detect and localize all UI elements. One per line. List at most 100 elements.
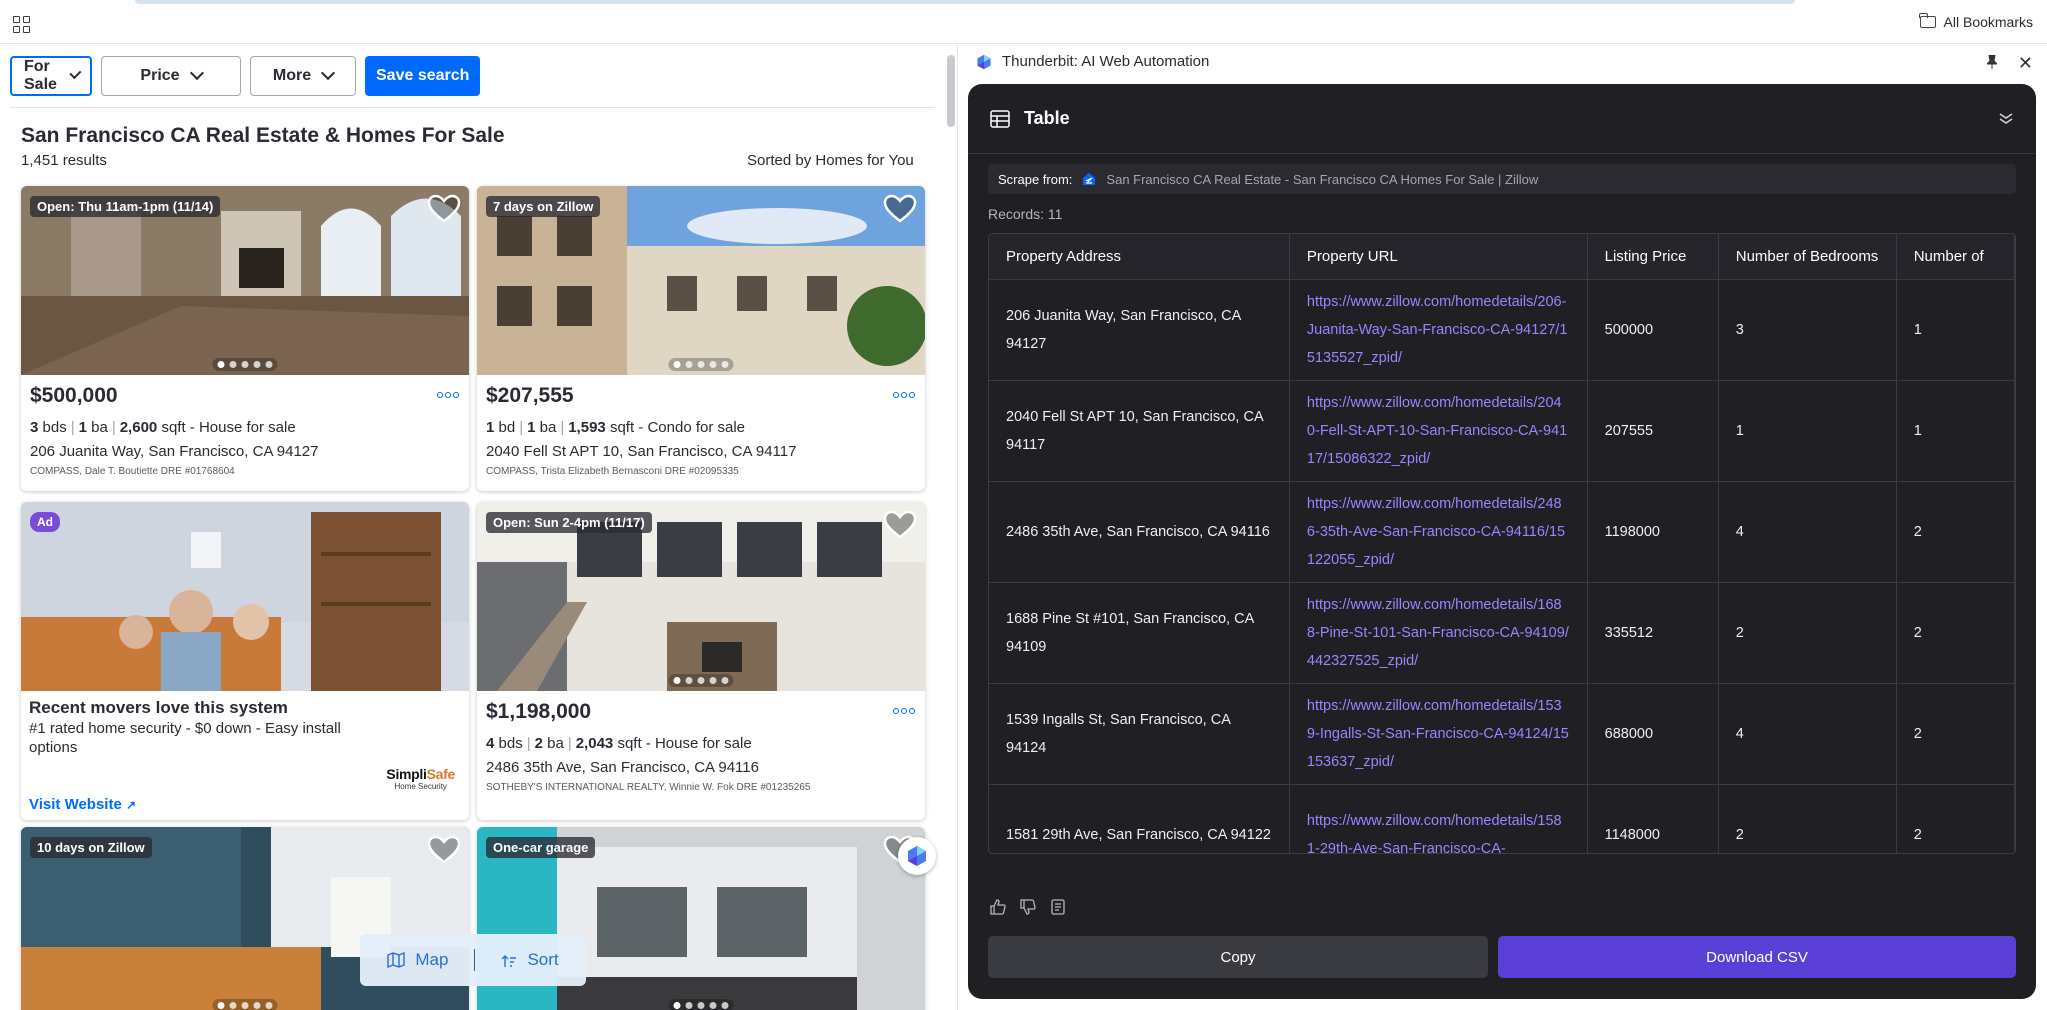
photo-carousel-dots[interactable] <box>668 674 734 687</box>
bathrooms-cell[interactable]: 2 <box>1896 784 2015 853</box>
photo-carousel-dots[interactable] <box>668 999 734 1010</box>
open-house-badge: Open: Sun 2-4pm (11/17) <box>486 512 652 533</box>
heart-icon[interactable] <box>427 194 461 224</box>
more-options-icon[interactable] <box>437 392 459 398</box>
column-header[interactable]: Number of Bedrooms <box>1718 234 1897 280</box>
column-header[interactable]: Property Address <box>989 234 1290 280</box>
close-icon[interactable]: ✕ <box>2018 53 2033 74</box>
more-filter[interactable]: More <box>250 56 356 96</box>
scrollbar-thumb[interactable] <box>947 55 955 127</box>
address-cell[interactable]: 2486 35th Ave, San Francisco, CA 94116 <box>989 481 1290 583</box>
column-header[interactable]: Property URL <box>1289 234 1588 280</box>
bathrooms-cell[interactable]: 1 <box>1896 279 2015 381</box>
address-cell[interactable]: 1688 Pine St #101, San Francisco, CA 941… <box>989 582 1290 684</box>
thumbs-down-icon[interactable] <box>1020 899 1036 915</box>
listing-card[interactable]: Open: Sun 2-4pm (11/17) $1,198,000 4 bds… <box>477 502 925 820</box>
more-options-icon[interactable] <box>893 392 915 398</box>
ad-photo[interactable] <box>21 502 469 691</box>
copy-button[interactable]: Copy <box>988 936 1488 978</box>
url-cell[interactable]: https://www.zillow.com/homedetails/1581-… <box>1289 784 1588 853</box>
open-house-badge: Open: Thu 11am-1pm (11/14) <box>30 196 221 217</box>
url-cell[interactable]: https://www.zillow.com/homedetails/2486-… <box>1289 481 1588 583</box>
notes-icon[interactable] <box>1050 899 1066 915</box>
visit-website-link[interactable]: Visit Website ↗ <box>29 796 136 813</box>
all-bookmarks-button[interactable]: All Bookmarks <box>1919 13 2033 30</box>
thunderbit-title: Thunderbit: AI Web Automation <box>1002 53 1210 70</box>
url-cell[interactable]: https://www.zillow.com/homedetails/206-J… <box>1289 279 1588 381</box>
map-button[interactable]: Map <box>387 950 448 970</box>
table-panel-title: Table <box>1024 108 1070 128</box>
heart-icon[interactable] <box>427 835 461 865</box>
price-cell[interactable]: 1148000 <box>1587 784 1719 853</box>
scrape-from-label: Scrape from: <box>998 171 1073 187</box>
download-csv-button[interactable]: Download CSV <box>1498 936 2016 978</box>
price-cell[interactable]: 500000 <box>1587 279 1719 381</box>
listing-card[interactable]: 7 days on Zillow $207,555 1 bd | 1 ba | 1,59… <box>477 186 925 491</box>
bathrooms-cell[interactable]: 2 <box>1896 683 2015 785</box>
bedrooms-cell[interactable]: 1 <box>1718 380 1897 482</box>
listing-address[interactable]: 206 Juanita Way, San Francisco, CA 94127 <box>30 443 319 460</box>
heart-icon[interactable] <box>883 194 917 224</box>
thunderbit-floating-button[interactable] <box>898 837 936 875</box>
price-cell[interactable]: 1198000 <box>1587 481 1719 583</box>
table-row: 2486 35th Ave, San Francisco, CA 94116 h… <box>989 481 2015 583</box>
records-count: Records: 11 <box>988 206 1063 222</box>
address-cell[interactable]: 1581 29th Ave, San Francisco, CA 94122 <box>989 784 1290 853</box>
address-cell[interactable]: 206 Juanita Way, San Francisco, CA 94127 <box>989 279 1290 381</box>
bathrooms-cell[interactable]: 1 <box>1896 380 2015 482</box>
sort-label[interactable]: Sorted by Homes for You <box>747 152 914 169</box>
bathrooms-cell[interactable]: 2 <box>1896 481 2015 583</box>
url-cell[interactable]: https://www.zillow.com/homedetails/2040-… <box>1289 380 1588 482</box>
table-row: 206 Juanita Way, San Francisco, CA 94127… <box>989 279 2015 381</box>
chevron-down-icon <box>189 65 204 81</box>
listing-address[interactable]: 2486 35th Ave, San Francisco, CA 94116 <box>486 759 759 776</box>
price-filter[interactable]: Price <box>101 56 241 96</box>
column-header[interactable]: Listing Price <box>1587 234 1719 280</box>
scrape-source-title[interactable]: San Francisco CA Real Estate - San Franc… <box>1106 172 1538 187</box>
url-cell[interactable]: https://www.zillow.com/homedetails/1539-… <box>1289 683 1588 785</box>
listing-price: $1,198,000 <box>486 700 592 723</box>
collapse-chevrons-icon[interactable] <box>1998 110 2014 126</box>
address-cell[interactable]: 2040 Fell St APT 10, San Francisco, CA 9… <box>989 380 1290 482</box>
ad-card[interactable]: Ad Recent movers love this system #1 rat… <box>21 502 469 820</box>
bedrooms-cell[interactable]: 2 <box>1718 582 1897 684</box>
listing-price: $500,000 <box>30 384 118 407</box>
photo-carousel-dots[interactable] <box>212 358 278 371</box>
days-on-zillow-badge: 10 days on Zillow <box>30 837 152 858</box>
chevron-down-icon <box>321 65 336 81</box>
thumbs-up-icon[interactable] <box>990 899 1006 915</box>
save-search-button[interactable]: Save search <box>365 56 481 96</box>
listing-card[interactable]: Open: Thu 11am-1pm (11/14) $500,000 3 bd… <box>21 186 469 491</box>
page-top-strip <box>135 0 1795 4</box>
thunderbit-logo-icon <box>977 54 991 69</box>
heart-icon[interactable] <box>883 510 917 540</box>
zillow-logo-icon <box>1083 173 1096 185</box>
for-sale-label: For Sale <box>24 58 57 93</box>
bedrooms-cell[interactable]: 4 <box>1718 481 1897 583</box>
pin-icon[interactable] <box>1987 55 1997 69</box>
column-header[interactable]: Number of <box>1896 234 2015 280</box>
listing-broker: SOTHEBY'S INTERNATIONAL REALTY, Winnie W… <box>486 782 811 793</box>
bedrooms-cell[interactable]: 4 <box>1718 683 1897 785</box>
price-cell[interactable]: 207555 <box>1587 380 1719 482</box>
price-cell[interactable]: 688000 <box>1587 683 1719 785</box>
scrape-source-bar: Scrape from: San Francisco CA Real Estat… <box>988 164 2016 194</box>
bathrooms-cell[interactable]: 2 <box>1896 582 2015 684</box>
for-sale-filter[interactable]: For Sale <box>10 56 92 96</box>
results-table-container[interactable]: Property Address Property URL Listing Pr… <box>988 233 2016 854</box>
price-cell[interactable]: 335512 <box>1587 582 1719 684</box>
apps-grid-icon[interactable] <box>13 16 30 33</box>
more-options-icon[interactable] <box>893 708 915 714</box>
ad-title: Recent movers love this system <box>29 698 288 717</box>
thunderbit-side-panel: Thunderbit: AI Web Automation ✕ Table Sc… <box>958 45 2047 1010</box>
url-cell[interactable]: https://www.zillow.com/homedetails/1688-… <box>1289 582 1588 684</box>
address-cell[interactable]: 1539 Ingalls St, San Francisco, CA 94124 <box>989 683 1290 785</box>
photo-carousel-dots[interactable] <box>212 999 278 1010</box>
bedrooms-cell[interactable]: 3 <box>1718 279 1897 381</box>
feature-badge: One-car garage <box>486 837 596 858</box>
zillow-listings-panel: For Sale Price More Save search San Fran… <box>0 45 958 1010</box>
photo-carousel-dots[interactable] <box>668 358 734 371</box>
sort-button[interactable]: Sort <box>501 950 559 970</box>
listing-address[interactable]: 2040 Fell St APT 10, San Francisco, CA 9… <box>486 443 796 460</box>
bedrooms-cell[interactable]: 2 <box>1718 784 1897 853</box>
